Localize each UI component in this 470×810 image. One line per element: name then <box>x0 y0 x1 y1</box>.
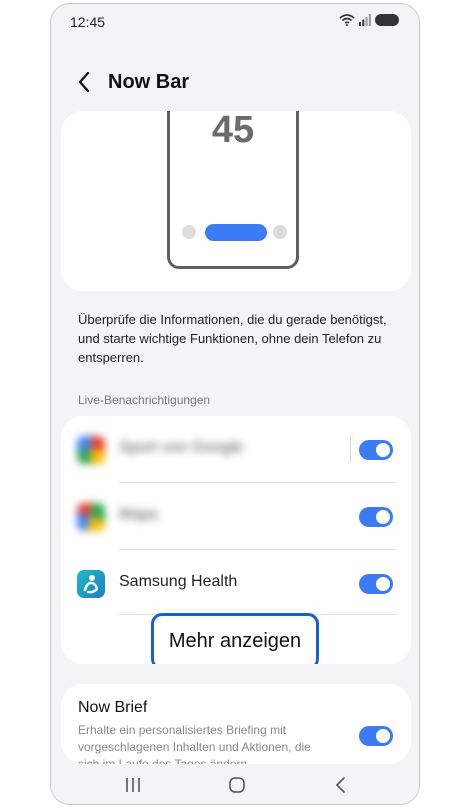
preview-dot-right <box>273 225 287 239</box>
list-item-sport-google[interactable]: Sport von Google <box>61 416 411 482</box>
home-icon[interactable] <box>225 774 249 796</box>
app-header: Now Bar <box>51 62 419 106</box>
back-icon[interactable] <box>329 774 353 796</box>
recent-apps-icon[interactable] <box>121 774 145 796</box>
now-brief-description: Erhalte ein personalisiertes Briefing mi… <box>78 723 311 764</box>
status-time: 12:45 <box>70 14 106 30</box>
now-brief-card[interactable]: Now Brief Erhalte ein personalisiertes B… <box>61 684 411 764</box>
navigation-bar <box>51 764 419 804</box>
preview-dot-left <box>182 225 196 239</box>
list-item-label: Maps <box>119 506 159 523</box>
samsung-health-icon <box>77 570 105 598</box>
description-text: Überprüfe die Informationen, die du gera… <box>78 312 387 365</box>
list-item-samsung-health[interactable]: Samsung Health <box>61 550 411 616</box>
now-brief-toggle[interactable] <box>359 726 393 746</box>
now-brief-title: Now Brief <box>78 699 148 716</box>
row-separator <box>350 436 351 462</box>
status-icons <box>339 14 399 26</box>
back-arrow-icon[interactable] <box>73 68 97 96</box>
health-figure-icon <box>83 575 99 594</box>
list-item-label: Sport von Google <box>119 439 244 456</box>
list-item-label: Samsung Health <box>119 573 238 590</box>
battery-icon <box>375 14 399 26</box>
section-label-live-notifications: Live-Benachrichtigungen <box>78 393 211 407</box>
samsung-health-toggle[interactable] <box>359 574 393 594</box>
maps-toggle[interactable] <box>359 507 393 527</box>
maps-app-icon <box>77 503 105 531</box>
now-bar-preview-card: 45 <box>61 111 411 291</box>
wifi-icon <box>339 14 355 26</box>
show-more-button[interactable]: Mehr anzeigen <box>151 613 319 664</box>
preview-now-bar-pill <box>205 224 267 241</box>
sport-google-toggle[interactable] <box>359 440 393 460</box>
phone-frame: 12:45 Now Bar 45 Überprüfe die Informati… <box>50 3 420 805</box>
live-notifications-list: Sport von Google Maps Samsung Health Meh… <box>61 416 411 664</box>
page-title: Now Bar <box>108 71 190 93</box>
signal-icon <box>359 14 371 26</box>
list-item-maps[interactable]: Maps <box>61 483 411 549</box>
status-bar: 12:45 <box>51 4 419 40</box>
google-app-icon <box>77 436 105 464</box>
preview-clock: 45 <box>211 111 255 151</box>
phone-illustration: 45 <box>167 111 299 269</box>
